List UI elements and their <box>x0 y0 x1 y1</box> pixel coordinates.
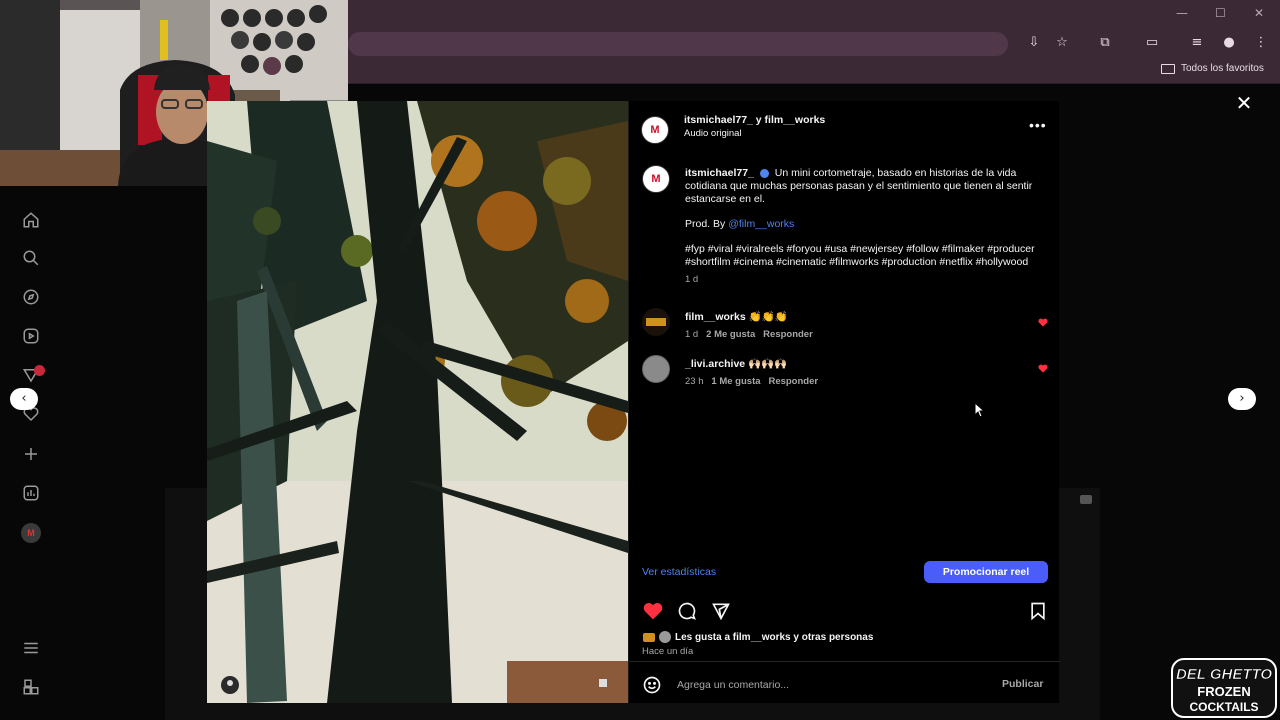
comment-time: 23 h <box>685 376 704 387</box>
address-bar[interactable] <box>348 32 1008 56</box>
profile-icon[interactable]: ● <box>1220 34 1238 52</box>
comment-item: film__works 👏👏👏 1 d 2 Me gusta Responder <box>685 311 813 340</box>
hashtags[interactable]: #fyp #viral #viralreels #foryou #usa #ne… <box>685 243 1045 269</box>
panel-divider <box>629 661 1060 662</box>
liker-avatar[interactable] <box>643 632 655 642</box>
posted-time: Hace un día <box>642 646 694 657</box>
likes-row: Les gusta a film__works y otras personas <box>643 631 873 643</box>
post-header: itsmichael77_ y film__works Audio origin… <box>684 114 825 139</box>
folder-label: Todos los favoritos <box>1181 63 1264 74</box>
svg-text:DEL GHETTO: DEL GHETTO <box>1176 666 1272 683</box>
next-post-button[interactable]: › <box>1228 388 1256 410</box>
comment-likes[interactable]: 1 Me gusta <box>711 376 760 387</box>
caption-username[interactable]: itsmichael77_ <box>685 167 754 179</box>
comment-like-heart-icon[interactable] <box>1038 318 1048 327</box>
comment-text: 👏👏👏 <box>748 311 788 323</box>
comment-username[interactable]: film__works <box>685 311 746 323</box>
mouse-cursor-icon <box>974 402 986 418</box>
close-modal-icon[interactable]: ✕ <box>1234 93 1254 113</box>
film-works-logo <box>646 318 666 326</box>
messages-badge <box>34 365 45 376</box>
comments-panel: M itsmichael77_ y film__works Audio orig… <box>628 101 1060 703</box>
promote-reel-button[interactable]: Promocionar reel <box>924 561 1048 583</box>
comment-icon[interactable] <box>677 601 697 621</box>
profile-avatar[interactable]: M <box>21 523 41 543</box>
caption-author-avatar[interactable]: M <box>642 165 670 193</box>
logo-artwork: DEL GHETTO FROZEN COCKTAILS <box>1171 658 1277 718</box>
svg-text:COCKTAILS: COCKTAILS <box>1189 700 1258 714</box>
maximize-button[interactable]: ☐ <box>1215 6 1226 20</box>
credit-handle-link[interactable]: @film__works <box>728 218 794 230</box>
create-icon[interactable] <box>21 444 41 464</box>
comment-like-heart-icon[interactable] <box>1038 364 1048 373</box>
dashboard-icon[interactable] <box>21 483 41 503</box>
comment-avatar[interactable] <box>642 308 670 336</box>
reels-icon[interactable] <box>21 326 41 346</box>
caption: itsmichael77_ Un mini cortometraje, basa… <box>685 167 1045 285</box>
caption-time: 1 d <box>685 274 699 285</box>
sponsor-logo: DEL GHETTO FROZEN COCKTAILS <box>1170 655 1278 719</box>
bookmark-star-icon[interactable]: ☆ <box>1053 34 1071 52</box>
comment-likes[interactable]: 2 Me gusta <box>706 329 755 340</box>
post-authors[interactable]: itsmichael77_ y film__works <box>684 114 825 126</box>
media-icon[interactable]: ≡ <box>1188 34 1206 52</box>
share-icon[interactable] <box>711 601 731 621</box>
screen: — ☐ ✕ ⇩ ☆ ⧉ ▭ ≡ ● ⋮ Todos los favoritos … <box>0 0 1280 720</box>
comment-item: _livi.archive 🙌🏻🙌🏻🙌🏻 23 h 1 Me gusta Res… <box>685 358 818 387</box>
comment-time: 1 d <box>685 329 699 340</box>
extensions-icon[interactable]: ⧉ <box>1096 34 1114 52</box>
all-bookmarks-folder[interactable]: Todos los favoritos <box>1161 63 1264 74</box>
comment-username[interactable]: _livi.archive <box>685 358 745 370</box>
emoji-icon[interactable] <box>642 675 662 695</box>
folder-icon <box>1161 63 1175 74</box>
comment-reply-button[interactable]: Responder <box>763 329 813 340</box>
audio-label[interactable]: Audio original <box>684 128 825 139</box>
comment-avatar[interactable] <box>642 355 670 383</box>
cast-icon[interactable]: ▭ <box>1143 34 1161 52</box>
caption-body: itsmichael77_ Un mini cortometraje, basa… <box>685 167 1045 206</box>
hamburger-menu-icon[interactable] <box>21 638 41 658</box>
close-window-button[interactable]: ✕ <box>1254 6 1264 20</box>
save-bookmark-icon[interactable] <box>1028 601 1048 621</box>
previous-post-button[interactable]: ‹ <box>10 388 38 410</box>
home-icon[interactable] <box>21 210 41 230</box>
video-frame <box>207 101 628 703</box>
search-icon[interactable] <box>21 248 41 268</box>
install-icon[interactable]: ⇩ <box>1025 34 1043 52</box>
likes-text[interactable]: Les gusta a film__works y otras personas <box>675 632 873 643</box>
comment-reply-button[interactable]: Responder <box>768 376 818 387</box>
svg-text:FROZEN: FROZEN <box>1197 684 1250 699</box>
comment-text: 🙌🏻🙌🏻🙌🏻 <box>748 358 788 370</box>
comment-input[interactable] <box>677 677 977 693</box>
view-insights-link[interactable]: Ver estadísticas <box>642 566 716 578</box>
bg-chat-icon <box>1080 495 1092 504</box>
credit-prefix: Prod. By <box>685 218 726 230</box>
menu-kebab-icon[interactable]: ⋮ <box>1252 34 1270 52</box>
liker-avatar[interactable] <box>659 631 671 643</box>
like-heart-icon[interactable] <box>643 601 663 621</box>
minimize-button[interactable]: — <box>1176 6 1188 20</box>
verified-badge-icon <box>759 168 769 178</box>
more-options-icon[interactable]: ••• <box>1029 117 1047 133</box>
post-author-avatar[interactable]: M <box>641 116 669 144</box>
reel-video[interactable] <box>207 101 628 703</box>
explore-icon[interactable] <box>21 287 41 307</box>
publish-button[interactable]: Publicar <box>1002 678 1043 690</box>
caption-credit: Prod. By @film__works <box>685 218 1045 231</box>
also-from-meta-icon[interactable] <box>21 677 41 697</box>
